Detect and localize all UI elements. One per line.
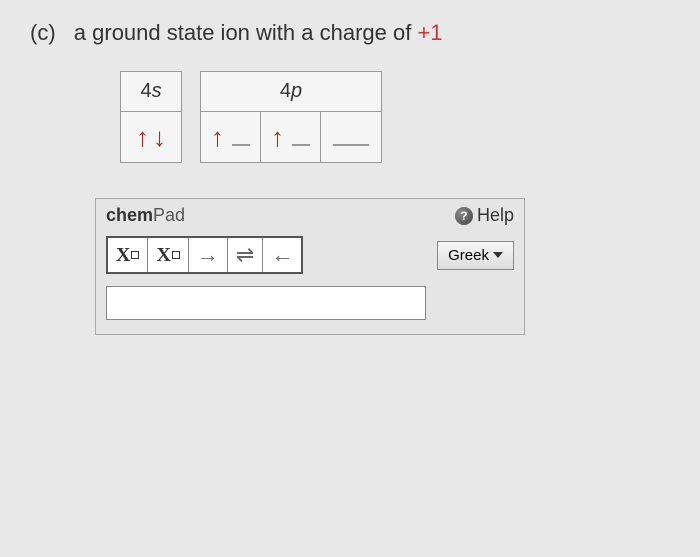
- chempad-input[interactable]: [106, 286, 426, 320]
- subscript-box-icon: [131, 251, 139, 259]
- orbital-4p-box-2[interactable]: ↑: [261, 112, 321, 162]
- superscript-box-icon: [172, 251, 180, 259]
- orbital-4p-box-1[interactable]: ↑: [201, 112, 261, 162]
- question-body: a ground state ion with a charge of: [74, 20, 418, 45]
- superscript-button[interactable]: X: [148, 238, 188, 272]
- chempad-widget: chemPad ? Help X X → ⇌ ← Greek: [95, 198, 525, 335]
- arrow-right-button[interactable]: →: [189, 238, 228, 272]
- subscript-button[interactable]: X: [108, 238, 148, 272]
- chempad-title: chemPad: [106, 205, 185, 226]
- orbital-4p[interactable]: 4p ↑ ↑: [200, 71, 382, 163]
- empty-slot-icon: [292, 144, 310, 146]
- chevron-down-icon: [493, 252, 503, 258]
- orbital-4s[interactable]: 4s ↑ ↓: [120, 71, 182, 163]
- empty-slot-icon: [333, 144, 369, 146]
- orbital-4p-box-3[interactable]: [321, 112, 381, 162]
- spin-up-icon: ↑: [211, 124, 224, 150]
- question-label: (c): [30, 20, 56, 45]
- question-text: (c) a ground state ion with a charge of …: [30, 20, 670, 46]
- spin-up-icon: ↑: [136, 124, 149, 150]
- spin-down-icon: ↓: [153, 124, 166, 150]
- empty-slot-icon: [232, 144, 250, 146]
- arrow-left-button[interactable]: ←: [263, 238, 301, 272]
- orbital-4s-label: 4s: [121, 72, 181, 112]
- greek-dropdown[interactable]: Greek: [437, 241, 514, 270]
- help-button[interactable]: ? Help: [455, 205, 514, 226]
- charge-value: +1: [417, 20, 442, 45]
- chempad-header: chemPad ? Help: [96, 199, 524, 232]
- spin-up-icon: ↑: [271, 124, 284, 150]
- equilibrium-button[interactable]: ⇌: [228, 238, 263, 272]
- orbital-4s-box[interactable]: ↑ ↓: [121, 112, 181, 162]
- chempad-toolbar: X X → ⇌ ←: [106, 236, 303, 274]
- orbital-diagram: 4s ↑ ↓ 4p ↑ ↑: [120, 71, 670, 163]
- orbital-4p-label: 4p: [201, 72, 381, 112]
- help-icon: ?: [455, 207, 473, 225]
